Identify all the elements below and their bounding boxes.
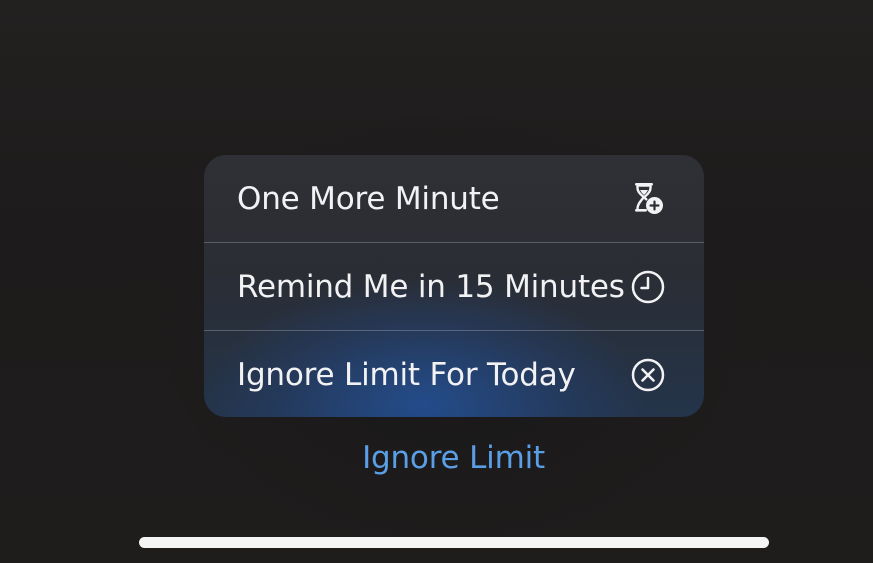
menu-item-label: Ignore Limit For Today (237, 356, 576, 393)
x-circle-icon (630, 357, 666, 393)
clock-icon (630, 269, 666, 305)
menu-item-one-more-minute[interactable]: One More Minute (204, 155, 704, 242)
hourglass-plus-icon (630, 181, 666, 217)
menu-item-label: Remind Me in 15 Minutes (237, 268, 625, 305)
screen: One More Minute Remind Me in 15 Minutes (0, 0, 873, 563)
menu-item-remind-me[interactable]: Remind Me in 15 Minutes (204, 242, 704, 330)
ignore-limit-button[interactable]: Ignore Limit (0, 440, 873, 476)
ignore-limit-menu: One More Minute Remind Me in 15 Minutes (204, 155, 704, 417)
menu-item-label: One More Minute (237, 180, 500, 217)
home-indicator[interactable] (139, 537, 769, 548)
menu-item-ignore-today[interactable]: Ignore Limit For Today (204, 330, 704, 417)
